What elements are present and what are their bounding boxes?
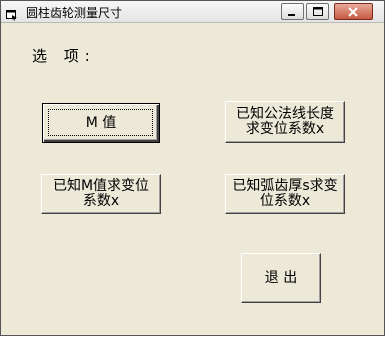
focus-ring (48, 109, 153, 136)
known-normal-length-button-label: 已知公法线长度 求变位系数x (236, 106, 334, 137)
minimize-icon (288, 14, 295, 16)
exit-button[interactable]: 退 出 (241, 253, 321, 303)
options-label: 选 项: (32, 47, 96, 65)
close-button[interactable] (334, 3, 373, 20)
app-window: 圆柱齿轮测量尺寸 选 项: M 值 已知公法线长度 求变位系数x 已知M值求变位… (0, 0, 385, 336)
minimize-button[interactable] (281, 3, 304, 20)
known-m-value-button[interactable]: 已知M值求变位 系数x (41, 174, 161, 214)
known-arc-tooth-button-label: 已知弧齿厚s求变 位系数x (232, 178, 338, 209)
window-title: 圆柱齿轮测量尺寸 (26, 6, 123, 20)
title-bar[interactable]: 圆柱齿轮测量尺寸 (1, 1, 384, 23)
close-icon (348, 7, 358, 17)
known-normal-length-button[interactable]: 已知公法线长度 求变位系数x (225, 101, 345, 143)
maximize-icon (313, 7, 323, 16)
app-icon[interactable] (6, 6, 18, 21)
maximize-button[interactable] (306, 3, 329, 20)
exit-button-label: 退 出 (264, 269, 298, 286)
m-value-button[interactable]: M 值 (42, 103, 160, 143)
known-m-value-button-label: 已知M值求变位 系数x (52, 178, 150, 209)
known-arc-tooth-button[interactable]: 已知弧齿厚s求变 位系数x (225, 174, 345, 214)
